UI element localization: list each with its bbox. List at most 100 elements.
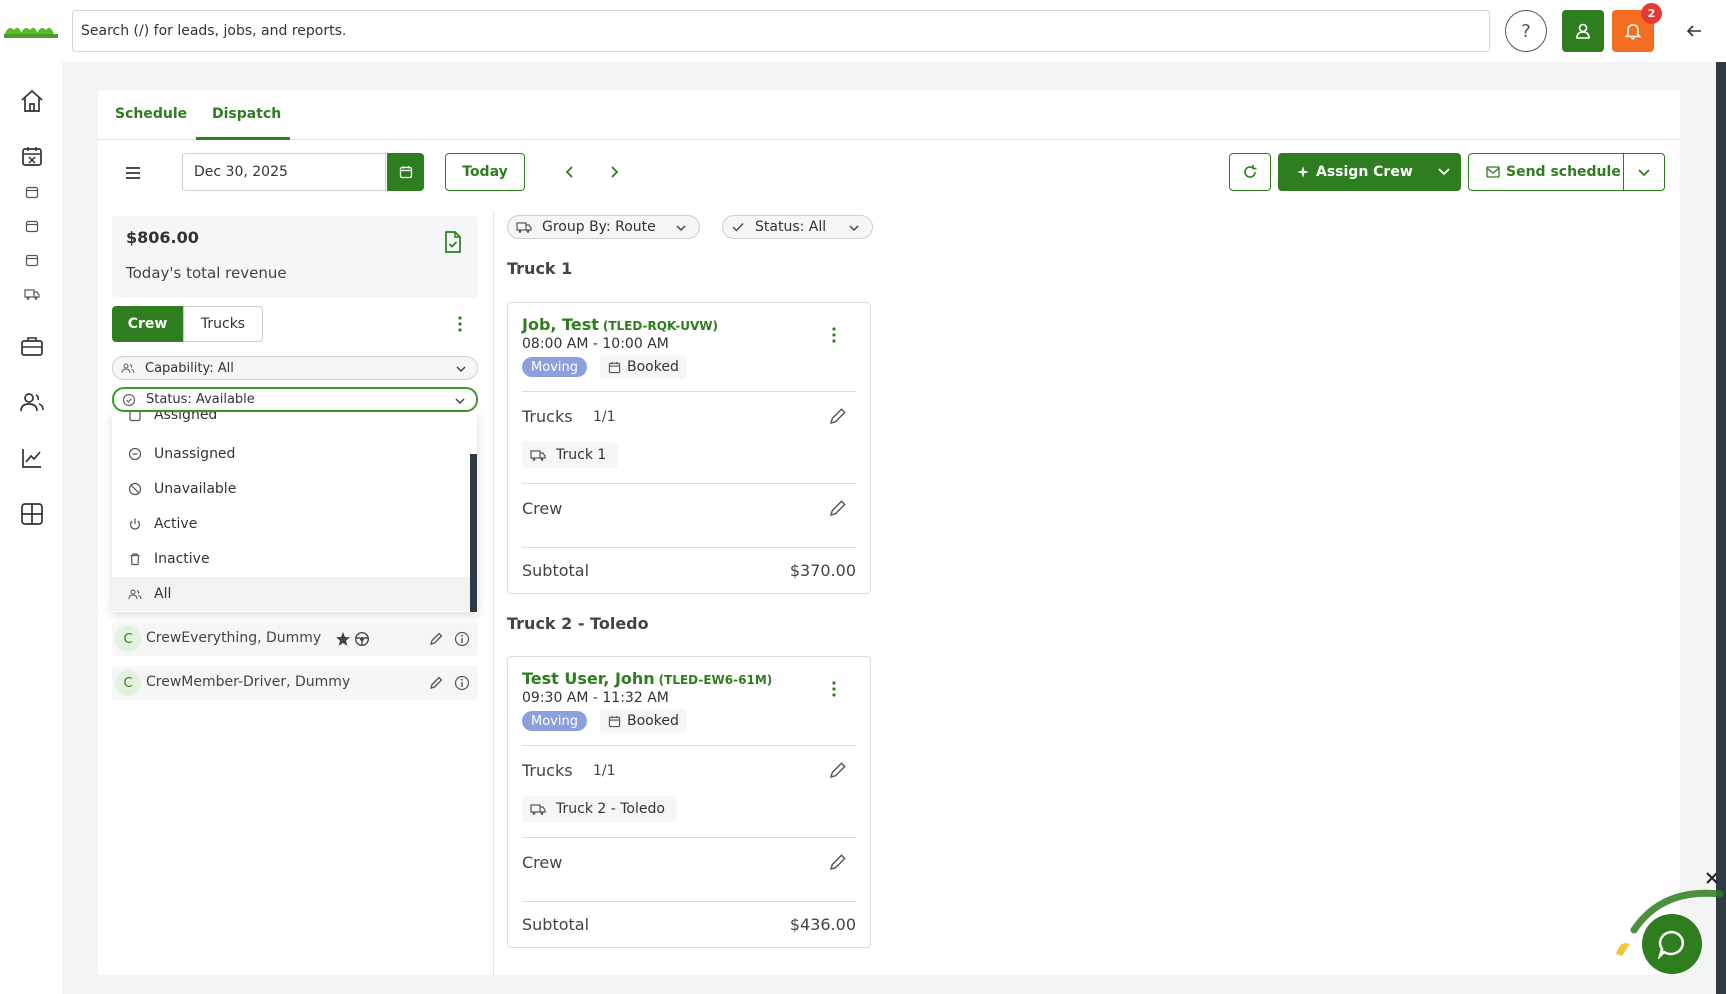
job-card[interactable]: Job, Test (TLED-RQK-UVW) 08:00 AM - 10:00…	[507, 302, 871, 594]
refresh-button[interactable]	[1229, 153, 1271, 191]
crew-list-item[interactable]: C CrewEverything, Dummy	[112, 622, 478, 656]
assign-crew-label: Assign Crew	[1316, 164, 1413, 180]
search-input[interactable]: Search (/) for leads, jobs, and reports.	[72, 10, 1490, 52]
tab-dispatch[interactable]: Dispatch	[212, 106, 281, 122]
status-option-all[interactable]: All	[112, 577, 470, 611]
nav-calendar[interactable]	[18, 142, 46, 170]
star-icon	[334, 630, 352, 648]
job-customer-name: Test User, John	[522, 669, 655, 688]
tab-bar: Schedule Dispatch	[98, 90, 1680, 140]
edit-pencil-icon[interactable]	[828, 406, 848, 426]
dispatch-panel: Schedule Dispatch Dec 30, 2025 Today Ass…	[98, 90, 1680, 975]
brand-logo[interactable]	[2, 20, 62, 40]
nav-apps[interactable]	[18, 500, 46, 528]
avatar: C	[115, 626, 141, 652]
status-filter[interactable]: Status: Available	[112, 387, 478, 412]
group-by-filter[interactable]: Group By: Route	[507, 215, 700, 239]
trucks-toggle-button[interactable]: Trucks	[183, 306, 263, 342]
minus-circle-icon	[128, 447, 142, 461]
assign-crew-button[interactable]: Assign Crew	[1278, 153, 1461, 191]
more-options-icon[interactable]	[454, 314, 466, 334]
job-more-options-icon[interactable]	[828, 325, 840, 345]
crew-list-item[interactable]: C CrewMember-Driver, Dummy	[112, 666, 478, 700]
job-time: 09:30 AM - 11:32 AM	[522, 690, 669, 706]
truck-icon	[530, 804, 546, 815]
info-icon[interactable]	[453, 674, 471, 692]
menu-icon[interactable]	[122, 162, 144, 184]
ban-icon	[128, 482, 142, 496]
edit-pencil-icon[interactable]	[427, 674, 445, 692]
job-time: 08:00 AM - 10:00 AM	[522, 336, 669, 352]
send-schedule-menu-button[interactable]	[1623, 153, 1665, 191]
status-option-unassigned[interactable]: Unassigned	[112, 437, 470, 471]
help-button[interactable]: ?	[1505, 10, 1547, 52]
user-icon	[1576, 23, 1590, 39]
sparkle-icon	[1297, 166, 1309, 178]
nav-sub-calendar-1[interactable]	[23, 183, 41, 201]
previous-day-button[interactable]	[560, 162, 580, 182]
job-card[interactable]: Test User, John (TLED-EW6-61M) 09:30 AM -…	[507, 656, 871, 948]
truck-icon	[516, 222, 532, 233]
status-option-label: Active	[154, 516, 198, 532]
revenue-amount: $806.00	[126, 228, 199, 247]
trucks-count: 1/1	[593, 409, 616, 425]
nav-sub-calendar-3[interactable]	[23, 251, 41, 269]
subtotal-label: Subtotal	[522, 915, 590, 934]
trucks-section-label: Trucks	[522, 761, 573, 780]
close-icon[interactable]	[1705, 871, 1719, 885]
job-name[interactable]: Test User, John (TLED-EW6-61M)	[522, 669, 772, 688]
document-check-icon[interactable]	[442, 230, 464, 254]
job-name[interactable]: Job, Test (TLED-RQK-UVW)	[522, 315, 718, 334]
help-icon: ?	[1521, 20, 1531, 42]
date-field[interactable]: Dec 30, 2025	[182, 153, 386, 191]
crew-section-label: Crew	[522, 853, 563, 872]
collapse-arrow-button[interactable]	[1680, 17, 1708, 45]
status-option-assigned[interactable]: Assigned	[112, 412, 470, 432]
today-button[interactable]: Today	[445, 153, 525, 191]
tab-schedule[interactable]: Schedule	[115, 106, 187, 122]
nav-people[interactable]	[18, 388, 46, 416]
status-option-unavailable[interactable]: Unavailable	[112, 472, 470, 506]
assigned-truck-chip: Truck 1	[522, 442, 619, 468]
chevron-down-icon[interactable]	[1437, 164, 1451, 178]
truck-icon	[530, 450, 546, 461]
info-icon[interactable]	[453, 630, 471, 648]
job-code: (TLED-EW6-61M)	[658, 673, 773, 687]
chevron-down-icon	[849, 225, 859, 232]
status-option-active[interactable]: Active	[112, 507, 470, 541]
next-day-button[interactable]	[604, 162, 624, 182]
job-more-options-icon[interactable]	[828, 679, 840, 699]
edit-pencil-icon[interactable]	[828, 760, 848, 780]
calendar-icon	[22, 147, 42, 166]
capability-filter[interactable]: Capability: All	[112, 356, 478, 380]
top-bar: Search (/) for leads, jobs, and reports.…	[0, 0, 1726, 62]
trash-icon	[130, 553, 140, 566]
dropdown-scrollbar[interactable]	[470, 454, 477, 612]
divider	[522, 547, 856, 548]
chat-launcher-button[interactable]	[1642, 914, 1702, 974]
send-schedule-button[interactable]: Send schedule	[1468, 153, 1624, 191]
date-picker-button[interactable]	[387, 153, 424, 191]
edit-pencil-icon[interactable]	[427, 630, 445, 648]
chevron-down-icon	[676, 225, 686, 232]
route-title: Truck 1	[507, 259, 573, 278]
status-option-label: All	[154, 586, 172, 602]
bell-icon	[1624, 24, 1642, 40]
edit-pencil-icon[interactable]	[828, 498, 848, 518]
nav-sub-calendar-2[interactable]	[23, 217, 41, 235]
nav-home[interactable]	[18, 87, 46, 115]
board-status-filter[interactable]: Status: All	[722, 215, 873, 239]
nav-sub-dispatch[interactable]	[23, 285, 41, 303]
divider	[522, 391, 856, 392]
nav-jobs[interactable]	[18, 332, 46, 360]
page-scrollbar[interactable]	[1716, 62, 1726, 994]
active-tab-indicator	[196, 137, 290, 140]
status-option-label: Assigned	[154, 412, 218, 423]
user-profile-button[interactable]	[1562, 10, 1604, 52]
status-option-inactive[interactable]: Inactive	[112, 542, 470, 576]
edit-pencil-icon[interactable]	[828, 852, 848, 872]
nav-reports[interactable]	[18, 444, 46, 472]
subtotal-label: Subtotal	[522, 561, 590, 580]
crew-toggle-button[interactable]: Crew	[112, 306, 183, 342]
assigned-truck-chip: Truck 2 - Toledo	[522, 796, 677, 822]
